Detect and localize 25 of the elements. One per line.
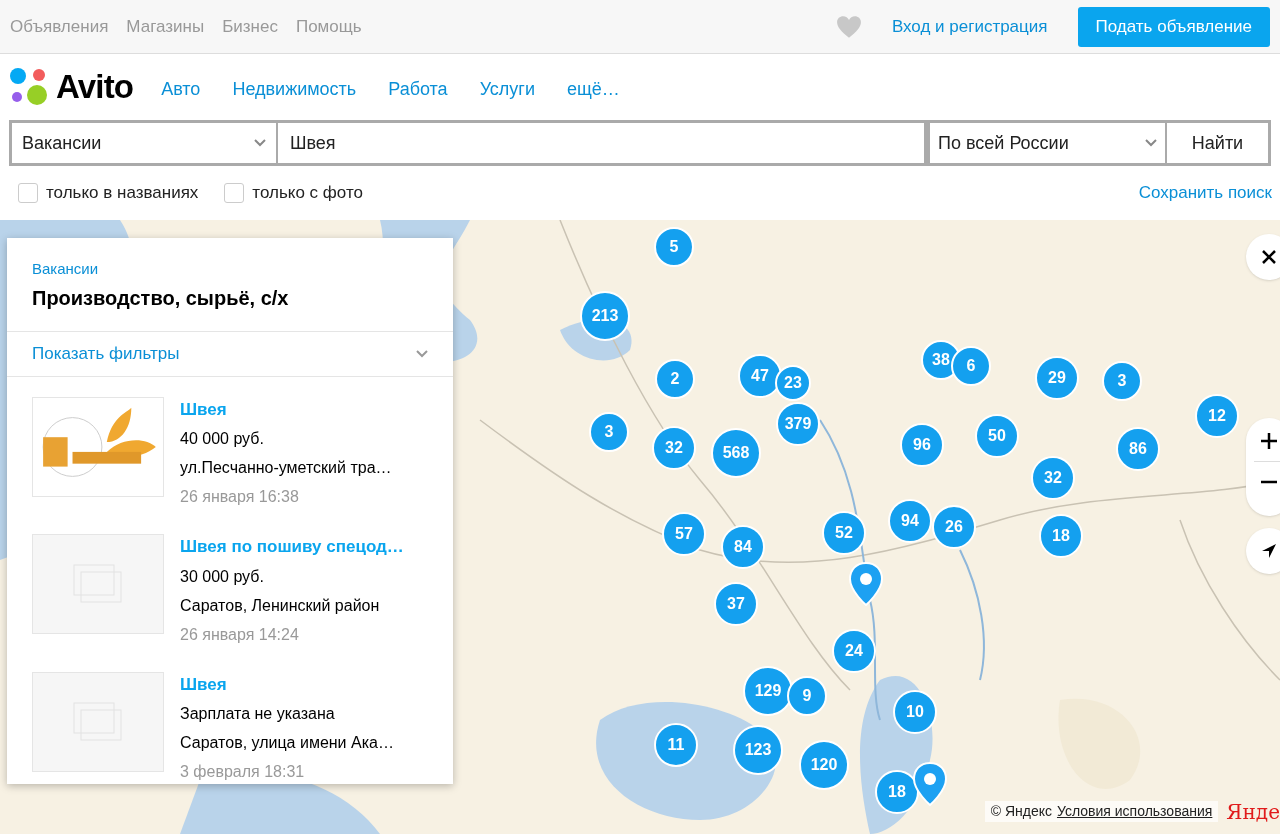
checkbox[interactable] (224, 183, 245, 203)
category-link[interactable]: Услуги (479, 75, 535, 103)
checkbox-label: только с фото (252, 182, 363, 205)
logo-wordmark[interactable]: Avito (56, 62, 134, 112)
login-link[interactable]: Вход и регистрация (891, 13, 1048, 40)
checkbox[interactable] (18, 183, 38, 203)
category-link[interactable]: Недвижимость (232, 75, 357, 103)
nav-link[interactable]: Помощь (295, 13, 362, 40)
search-button[interactable]: Найти (1167, 123, 1268, 163)
chevron-down-icon (1145, 139, 1157, 147)
nav-link[interactable]: Магазины (126, 13, 205, 40)
logo-dots-icon (9, 67, 49, 107)
chevron-down-icon (254, 139, 266, 147)
heart-icon[interactable] (835, 14, 862, 39)
nav-link[interactable]: Бизнес (222, 13, 278, 40)
checkbox-label: только в названиях (46, 182, 199, 205)
category-link[interactable]: ещё… (567, 75, 620, 103)
search-field[interactable]: Швея (278, 123, 924, 163)
region-select[interactable]: По всей России (930, 123, 1165, 163)
nav-link[interactable]: Объявления (10, 13, 109, 40)
save-search-link[interactable]: Сохранить поиск (1138, 180, 1272, 206)
category-select[interactable]: Вакансии (12, 123, 276, 163)
category-link[interactable]: Работа (388, 75, 448, 103)
post-ad-button[interactable]: Подать объявление (1077, 6, 1270, 47)
category-link[interactable]: Авто (161, 75, 201, 103)
